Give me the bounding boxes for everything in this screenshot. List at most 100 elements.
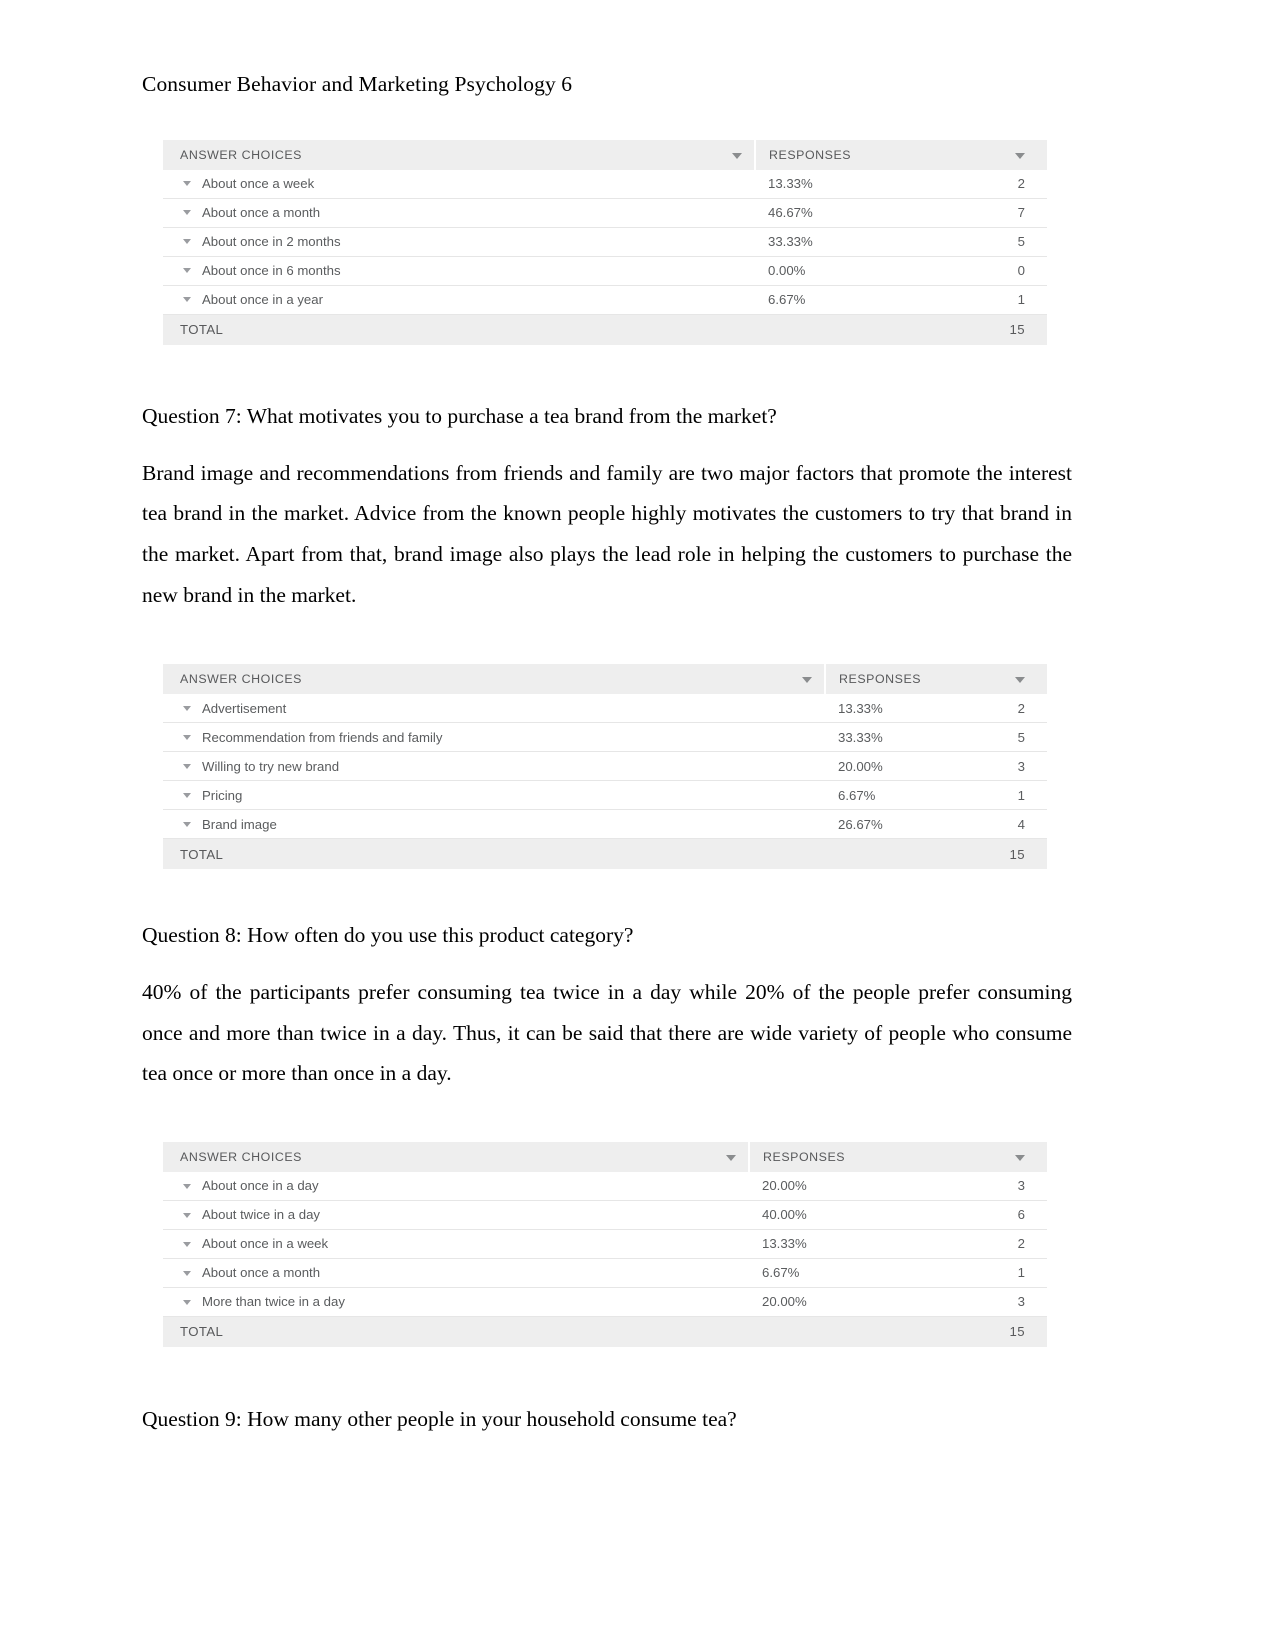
answer-choice-cell: More than twice in a day [163, 1287, 749, 1317]
question-9-heading: Question 9: How many other people in you… [142, 1406, 737, 1431]
chevron-down-icon [1015, 1154, 1025, 1161]
question-7-paragraph: Brand image and recommendations from fri… [142, 460, 1072, 607]
response-count: 1 [993, 780, 1047, 811]
response-count: 3 [993, 1287, 1047, 1317]
response-count: 0 [993, 256, 1047, 286]
table-row[interactable]: About once in a week 13.33% 2 [163, 1229, 1047, 1259]
total-label: TOTAL [163, 314, 755, 345]
answer-choices-sort-control[interactable] [719, 139, 755, 170]
total-spacer [749, 1316, 993, 1347]
table-row[interactable]: About once a month 46.67% 7 [163, 198, 1047, 228]
table-row[interactable]: About once in 2 months 33.33% 5 [163, 227, 1047, 257]
response-percent: 6.67% [749, 1258, 993, 1288]
answer-choice-cell: About twice in a day [163, 1200, 749, 1230]
table-header-row: ANSWER CHOICES RESPONSES [163, 664, 1047, 695]
table-row[interactable]: About once a week 13.33% 2 [163, 169, 1047, 199]
answer-choice-label: Willing to try new brand [202, 758, 340, 774]
survey-table-purchase-motivation: ANSWER CHOICES RESPONSES Advertisement 1… [163, 664, 1047, 870]
chevron-down-icon[interactable] [183, 1241, 191, 1247]
answer-choices-sort-control[interactable] [789, 664, 825, 695]
response-percent: 6.67% [755, 285, 993, 315]
table-header-row: ANSWER CHOICES RESPONSES [163, 139, 1047, 170]
table-row[interactable]: Recommendation from friends and family 3… [163, 722, 1047, 753]
response-percent: 46.67% [755, 198, 993, 228]
answer-choice-cell: Recommendation from friends and family [163, 722, 825, 753]
table-row[interactable]: About twice in a day 40.00% 6 [163, 1200, 1047, 1230]
chevron-down-icon[interactable] [183, 181, 191, 187]
answer-choices-sort-control[interactable] [713, 1141, 749, 1172]
survey-table-purchase-frequency: ANSWER CHOICES RESPONSES About once a we… [163, 139, 1047, 345]
answer-choice-label: About once in a day [202, 1178, 319, 1194]
chevron-down-icon[interactable] [183, 210, 191, 216]
column-header-answer-choices[interactable]: ANSWER CHOICES [163, 664, 789, 695]
table-row[interactable]: Brand image 26.67% 4 [163, 809, 1047, 840]
total-value: 15 [993, 838, 1047, 870]
column-header-answer-choices[interactable]: ANSWER CHOICES [163, 139, 719, 170]
column-header-answer-choices[interactable]: ANSWER CHOICES [163, 1141, 713, 1172]
survey-table-2-wrapper: ANSWER CHOICES RESPONSES Advertisement 1… [142, 664, 1072, 870]
chevron-down-icon[interactable] [183, 792, 191, 798]
answer-choice-cell: Brand image [163, 809, 825, 840]
chevron-down-icon[interactable] [183, 1183, 191, 1189]
table-row[interactable]: About once in a day 20.00% 3 [163, 1171, 1047, 1201]
table-row[interactable]: About once a month 6.67% 1 [163, 1258, 1047, 1288]
total-spacer [755, 314, 993, 345]
answer-choice-cell: About once a week [163, 169, 755, 199]
answer-choice-label: Pricing [202, 787, 243, 803]
chevron-down-icon[interactable] [183, 763, 191, 769]
response-count: 3 [993, 1171, 1047, 1201]
chevron-down-icon [801, 676, 812, 683]
table-row[interactable]: About once in a year 6.67% 1 [163, 285, 1047, 315]
answer-choice-label: About once in 2 months [202, 234, 341, 250]
responses-sort-control[interactable] [993, 139, 1047, 170]
chevron-down-icon[interactable] [183, 734, 191, 740]
table-row[interactable]: Advertisement 13.33% 2 [163, 694, 1047, 724]
answer-choice-cell: About once in a week [163, 1229, 749, 1259]
answer-choice-label: About once in a year [202, 292, 323, 308]
table-row[interactable]: Willing to try new brand 20.00% 3 [163, 751, 1047, 782]
table-row[interactable]: About once in 6 months 0.00% 0 [163, 256, 1047, 286]
table-row[interactable]: Pricing 6.67% 1 [163, 780, 1047, 811]
answer-choice-cell: About once in 2 months [163, 227, 755, 257]
answer-choice-cell: About once a month [163, 198, 755, 228]
response-count: 5 [993, 227, 1047, 257]
column-header-responses[interactable]: RESPONSES [754, 139, 993, 170]
chevron-down-icon[interactable] [183, 1299, 191, 1305]
chevron-down-icon[interactable] [183, 268, 191, 274]
response-percent: 33.33% [825, 722, 993, 753]
table-header-row: ANSWER CHOICES RESPONSES [163, 1141, 1047, 1172]
answer-choice-label: More than twice in a day [202, 1294, 345, 1310]
answer-choice-label: About once a month [202, 1265, 321, 1281]
chevron-down-icon[interactable] [183, 239, 191, 245]
chevron-down-icon[interactable] [183, 705, 191, 711]
answer-choice-label: About once a week [202, 176, 315, 192]
column-header-responses[interactable]: RESPONSES [748, 1141, 993, 1172]
chevron-down-icon[interactable] [183, 1270, 191, 1276]
chevron-down-icon [1015, 152, 1025, 159]
answer-choice-cell: About once in a day [163, 1171, 749, 1201]
response-count: 2 [993, 694, 1047, 724]
chevron-down-icon[interactable] [183, 821, 191, 827]
responses-sort-control[interactable] [993, 664, 1047, 695]
answer-choice-label: About once in a week [202, 1236, 329, 1252]
table-row[interactable]: More than twice in a day 20.00% 3 [163, 1287, 1047, 1317]
answer-choice-cell: Advertisement [163, 694, 825, 724]
chevron-down-icon[interactable] [183, 1212, 191, 1218]
table-total-row: TOTAL 15 [163, 838, 1047, 870]
total-label: TOTAL [163, 1316, 749, 1347]
survey-table-1-wrapper: ANSWER CHOICES RESPONSES About once a we… [142, 139, 1072, 345]
chevron-down-icon[interactable] [183, 297, 191, 303]
column-header-responses[interactable]: RESPONSES [824, 664, 993, 695]
response-count: 1 [993, 1258, 1047, 1288]
total-value: 15 [993, 1316, 1047, 1347]
survey-table-3-wrapper: ANSWER CHOICES RESPONSES About once in a… [142, 1141, 1072, 1347]
answer-choice-cell: Willing to try new brand [163, 751, 825, 782]
table-total-row: TOTAL 15 [163, 314, 1047, 345]
response-count: 4 [993, 809, 1047, 840]
table-total-row: TOTAL 15 [163, 1316, 1047, 1347]
response-percent: 6.67% [825, 780, 993, 811]
response-count: 2 [993, 169, 1047, 199]
response-count: 1 [993, 285, 1047, 315]
running-header: Consumer Behavior and Marketing Psycholo… [142, 72, 573, 96]
responses-sort-control[interactable] [993, 1141, 1047, 1172]
